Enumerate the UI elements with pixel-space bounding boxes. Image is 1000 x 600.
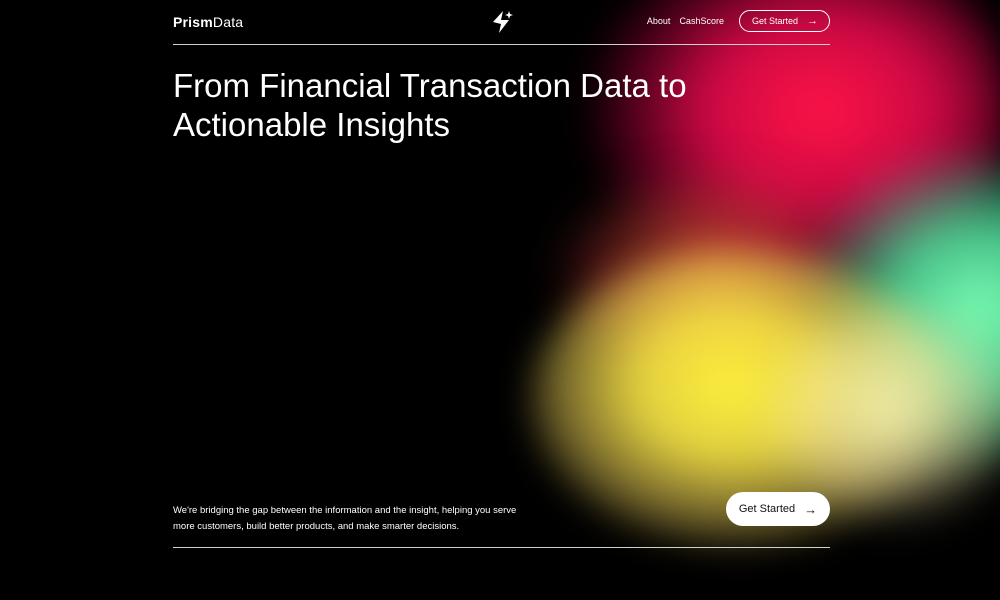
gradient-blob-orange: [560, 170, 860, 390]
logo-light-text: Data: [212, 14, 244, 30]
hero-headline: From Financial Transaction Data to Actio…: [173, 67, 687, 143]
hero-tagline: We're bridging the gap between the infor…: [173, 504, 517, 532]
logo-bold-text: Prism: [173, 14, 213, 30]
site-header: PrismData About CashScore Get Started →: [173, 0, 830, 45]
gradient-blob-green: [800, 150, 1000, 470]
page: PrismData About CashScore Get Started → …: [0, 0, 1000, 600]
arrow-right-icon: →: [804, 501, 818, 517]
header-get-started-label: Get Started: [751, 16, 798, 26]
arrow-right-icon: →: [807, 15, 818, 27]
hero-get-started-label: Get Started: [738, 503, 796, 515]
hero-get-started-button[interactable]: Get Started →: [726, 492, 830, 526]
divider: [173, 547, 830, 548]
logo[interactable]: PrismData: [173, 14, 243, 30]
header-get-started-button[interactable]: Get Started →: [738, 10, 830, 32]
main-nav: About CashScore Get Started →: [647, 10, 830, 32]
sparkle-icon[interactable]: [489, 9, 515, 35]
nav-link-cashscore[interactable]: CashScore: [679, 16, 724, 26]
nav-link-about[interactable]: About: [647, 16, 671, 26]
gradient-blob-cream: [760, 300, 1000, 520]
